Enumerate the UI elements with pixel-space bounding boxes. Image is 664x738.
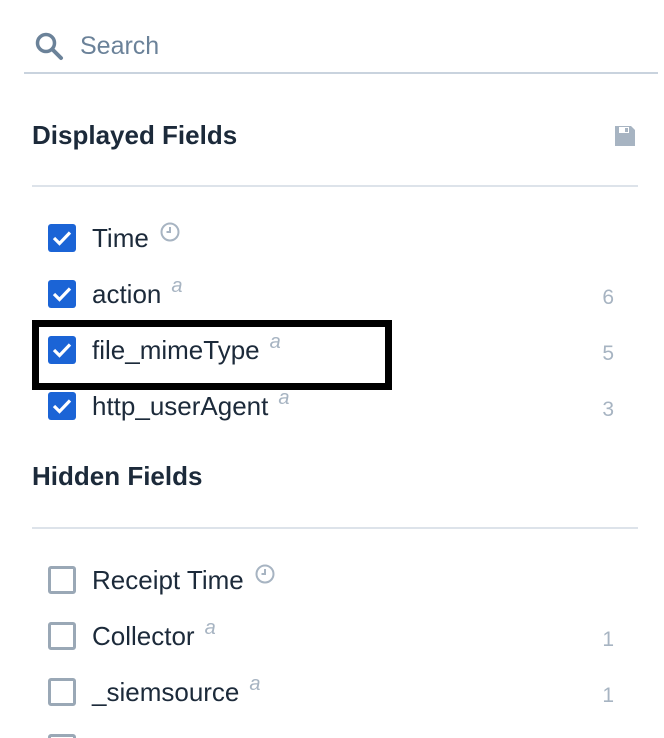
field-row-receipt-time[interactable]: Receipt Time (48, 562, 618, 598)
field-checkbox-http-useragent[interactable] (48, 392, 76, 420)
clock-icon (159, 221, 181, 243)
field-name: _siemsource (92, 676, 240, 707)
field-row-collector[interactable]: Collector a 1 (48, 616, 618, 654)
field-count: 1 (602, 684, 614, 707)
field-count: 6 (602, 286, 614, 309)
search-input[interactable] (80, 31, 620, 61)
field-name: Receipt Time (92, 564, 244, 595)
field-checkbox-receipt-time[interactable] (48, 566, 76, 594)
string-type-icon: a (249, 672, 261, 695)
field-name: Collector (92, 620, 195, 651)
field-checkbox-action[interactable] (48, 280, 76, 308)
field-checkbox-siemsource[interactable] (48, 678, 76, 706)
field-browser-panel: Displayed Fields Time action a 6 file_mi… (0, 0, 664, 738)
field-name: action (92, 278, 162, 309)
hidden-fields-title: Hidden Fields (32, 461, 203, 491)
field-name: Time (92, 222, 149, 253)
field-count: 1 (602, 628, 614, 651)
field-checkbox-partial[interactable] (48, 734, 76, 738)
highlight-box (32, 320, 392, 390)
field-checkbox-collector[interactable] (48, 622, 76, 650)
field-row-siemsource[interactable]: _siemsource a 1 (48, 672, 618, 710)
clock-icon (254, 563, 276, 585)
field-row-time[interactable]: Time (48, 220, 618, 256)
string-type-icon: a (204, 616, 216, 639)
field-row-partial[interactable] (48, 730, 618, 738)
field-row-action[interactable]: action a 6 (48, 274, 618, 312)
search-icon (32, 29, 66, 63)
save-icon[interactable] (613, 124, 637, 148)
divider (32, 527, 638, 529)
field-row-http-useragent[interactable]: http_userAgent a 3 (48, 387, 618, 424)
field-count: 3 (602, 398, 614, 421)
field-name: http_userAgent (92, 390, 269, 421)
search-bar (24, 20, 658, 74)
field-count: 5 (602, 342, 614, 365)
field-checkbox-time[interactable] (48, 224, 76, 252)
string-type-icon: a (171, 274, 183, 297)
displayed-fields-title: Displayed Fields (32, 120, 238, 150)
divider (32, 185, 638, 187)
